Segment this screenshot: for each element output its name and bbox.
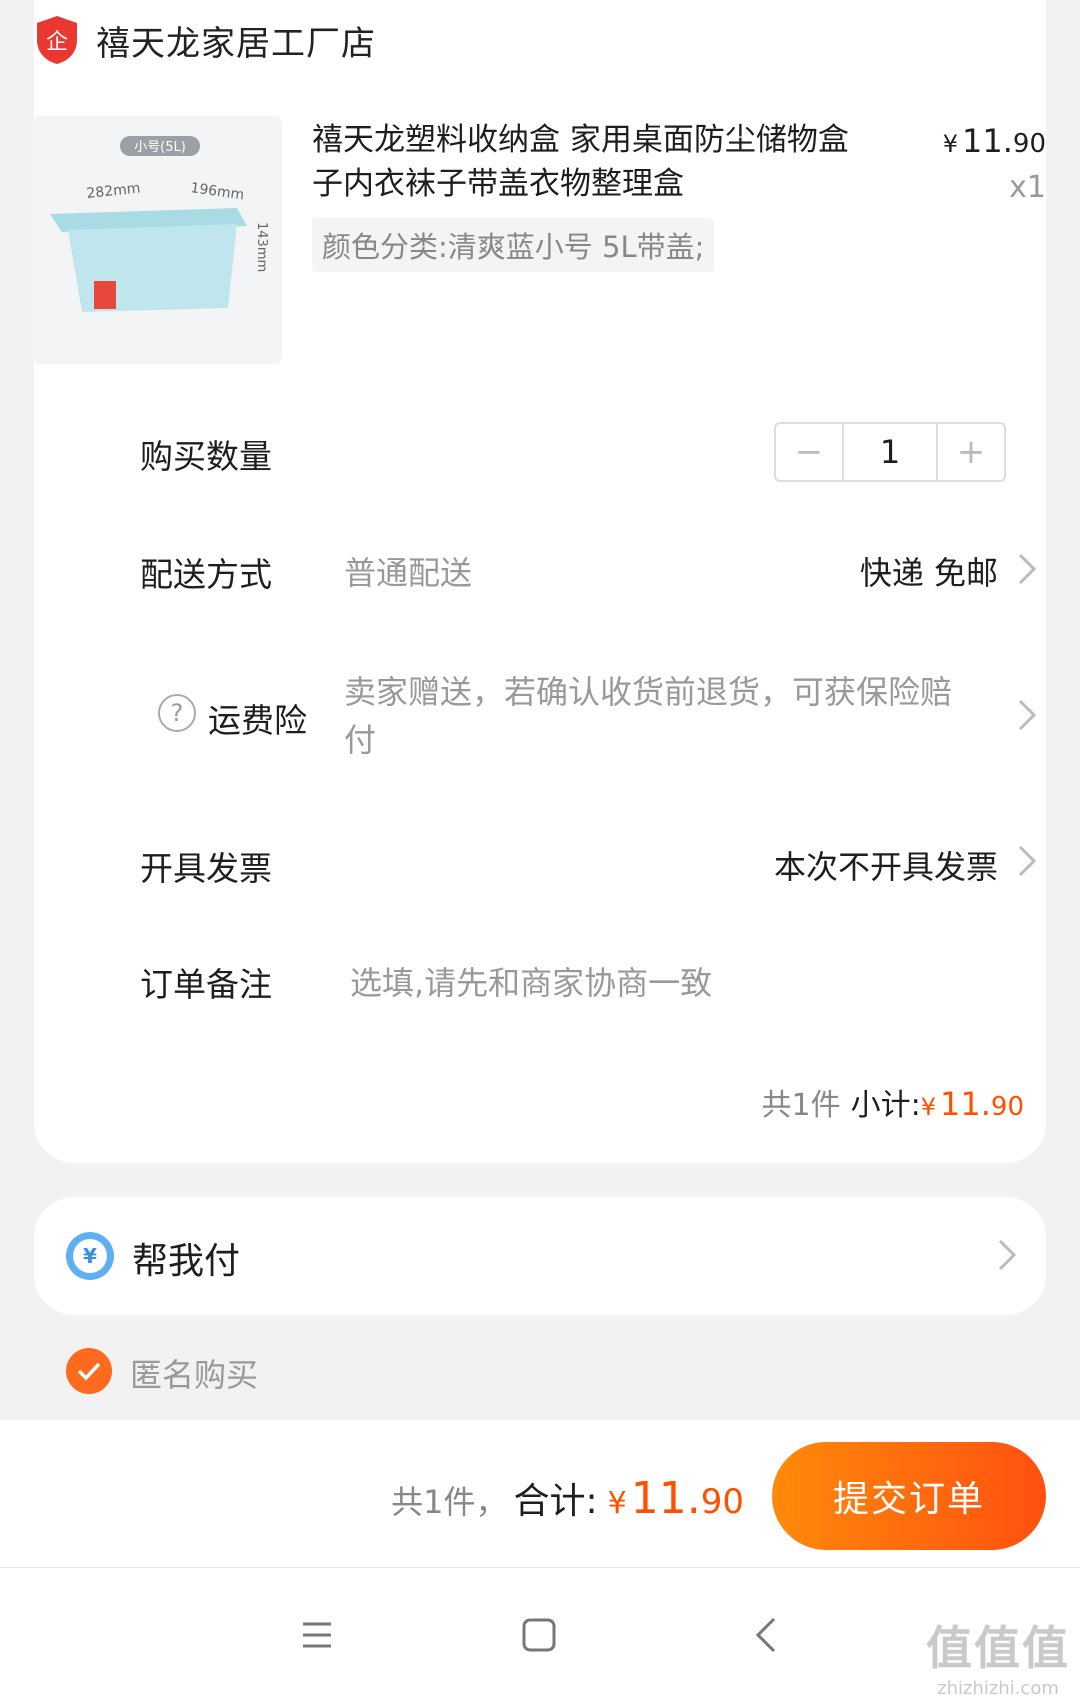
order-total: 共1件， 合计: ¥11.90 (391, 1472, 744, 1524)
invoice-value[interactable]: 本次不开具发票 (774, 842, 998, 888)
total-yen: ¥ (607, 1486, 627, 1521)
product-price: ¥11.90 (943, 122, 1046, 160)
invoice-label: 开具发票 (140, 849, 272, 888)
subtotal-amount: ¥11.90 (921, 1085, 1024, 1123)
box-label (94, 281, 116, 309)
anonymous-label[interactable]: 匿名购买 (130, 1350, 258, 1396)
product-thumbnail[interactable]: 小号(5L) 282mm 196mm 143mm (32, 116, 282, 364)
box-body (68, 224, 237, 312)
quantity-value[interactable]: 1 (842, 424, 938, 480)
total-amount: ¥11.90 (608, 1473, 744, 1524)
checkmark-icon (77, 1362, 101, 1381)
subtotal-dec: 90 (990, 1092, 1024, 1122)
subtotal-int: 11. (940, 1085, 991, 1123)
subtotal: 共1件 小计: ¥11.90 (762, 1080, 1024, 1124)
chevron-right-icon[interactable] (996, 1238, 1018, 1272)
menu-icon[interactable] (294, 1612, 340, 1658)
anonymous-checkbox[interactable] (66, 1348, 112, 1394)
chevron-right-icon[interactable] (1016, 552, 1038, 586)
insurance-sub: 卖家赠送，若确认收货前退货，可获保险赔付 (344, 673, 953, 759)
help-pay-label[interactable]: 帮我付 (132, 1232, 240, 1284)
image-size-label: 小号(5L) (134, 140, 186, 155)
shield-glyph: 企 (46, 30, 68, 55)
yen-circle-icon: ¥ (66, 1232, 114, 1280)
help-circle-icon[interactable]: ? (158, 694, 196, 732)
decrease-button[interactable]: − (776, 424, 842, 480)
chevron-right-icon[interactable] (1016, 844, 1038, 878)
subtotal-count: 共1件 (761, 1088, 841, 1123)
product-sku[interactable]: 颜色分类:清爽蓝小号 5L带盖; (312, 218, 715, 272)
product-price-dec: 90 (1012, 129, 1046, 159)
delivery-sub: 普通配送 (344, 554, 473, 592)
store-header[interactable]: 企 禧天龙家居工厂店 (34, 14, 376, 66)
delivery-label: 配送方式 (140, 555, 272, 594)
store-name[interactable]: 禧天龙家居工厂店 (96, 16, 376, 65)
yen-glyph: ¥ (73, 1239, 107, 1273)
delivery-value[interactable]: 快递 免邮 (860, 548, 998, 594)
submit-order-button[interactable]: 提交订单 (772, 1442, 1046, 1550)
product-quantity: x1 (1009, 170, 1046, 205)
buy-quantity-label: 购买数量 (140, 437, 272, 476)
watermark-logo: 值值值 (926, 1621, 1070, 1675)
quantity-stepper: − 1 + (774, 422, 1006, 482)
order-note-input[interactable]: 选填,请先和商家协商一致 (350, 958, 712, 1004)
watermark: 值值值 zhizhizhi.com (926, 1612, 1070, 1699)
image-dim-width: 196mm (189, 180, 245, 203)
home-icon[interactable] (516, 1612, 562, 1658)
increase-button[interactable]: + (938, 424, 1004, 480)
chevron-right-icon[interactable] (1016, 698, 1038, 732)
total-label: 合计: (513, 1481, 598, 1522)
product-price-int: 11. (962, 122, 1013, 160)
back-icon[interactable] (744, 1612, 790, 1658)
total-count: 共1件， (391, 1483, 508, 1521)
image-dim-height: 143mm (254, 222, 269, 272)
shield-icon: 企 (34, 14, 80, 66)
image-dim-length: 282mm (86, 180, 141, 202)
total-int: 11. (630, 1473, 701, 1524)
order-note-label: 订单备注 (140, 965, 272, 1004)
subtotal-yen: ¥ (920, 1093, 937, 1121)
subtotal-label: 小计: (850, 1088, 921, 1123)
product-price-yen: ¥ (942, 130, 959, 158)
total-dec: 90 (700, 1482, 744, 1522)
product-title[interactable]: 禧天龙塑料收纳盒 家用桌面防尘储物盒子内衣袜子带盖衣物整理盒 (312, 118, 852, 206)
insurance-label: 运费险 (208, 701, 307, 740)
watermark-url: zhizhizhi.com (937, 1678, 1059, 1699)
